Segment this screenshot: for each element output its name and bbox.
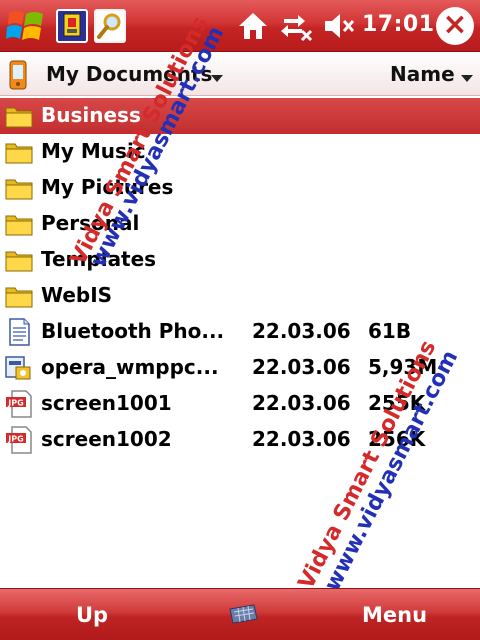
windows-start-icon[interactable] bbox=[6, 7, 46, 45]
jpg-file-icon: JPG bbox=[4, 425, 34, 455]
folder-row[interactable]: Business bbox=[0, 98, 480, 134]
folder-header: My Documents Name bbox=[0, 53, 480, 96]
softkey-bar: Up Menu bbox=[0, 588, 480, 640]
chevron-down-icon[interactable] bbox=[461, 75, 473, 82]
svg-text:JPG: JPG bbox=[7, 435, 23, 444]
svg-text:JPG: JPG bbox=[7, 399, 23, 408]
folder-icon bbox=[4, 173, 34, 203]
folder-icon bbox=[4, 209, 34, 239]
folder-row[interactable]: My Pictures bbox=[0, 170, 480, 206]
file-date: 22.03.06 bbox=[252, 319, 351, 343]
file-name: opera_wmppc... bbox=[41, 355, 219, 379]
folder-icon bbox=[4, 137, 34, 167]
file-name: screen1002 bbox=[41, 427, 172, 451]
file-name: WebIS bbox=[41, 283, 113, 307]
sort-dropdown[interactable]: Name bbox=[390, 62, 455, 86]
folder-row[interactable]: WebIS bbox=[0, 278, 480, 314]
folder-icon bbox=[4, 281, 34, 311]
folder-row[interactable]: My Music bbox=[0, 134, 480, 170]
home-icon[interactable] bbox=[236, 9, 270, 43]
folder-icon bbox=[4, 101, 34, 131]
file-date: 22.03.06 bbox=[252, 427, 351, 451]
file-name: Business bbox=[41, 103, 141, 127]
keyboard-icon[interactable] bbox=[226, 601, 260, 627]
file-date: 22.03.06 bbox=[252, 355, 351, 379]
file-size: 61B bbox=[368, 319, 412, 343]
volume-mute-icon[interactable] bbox=[322, 9, 356, 43]
file-date: 22.03.06 bbox=[252, 391, 351, 415]
jpg-file-icon: JPG bbox=[4, 389, 34, 419]
folder-row[interactable]: Personal bbox=[0, 206, 480, 242]
up-softkey[interactable]: Up bbox=[76, 603, 108, 627]
connectivity-off-icon[interactable] bbox=[280, 9, 314, 43]
menu-softkey[interactable]: Menu bbox=[362, 603, 427, 627]
clock[interactable]: 17:01 bbox=[362, 12, 435, 37]
search-app-icon[interactable] bbox=[94, 9, 126, 43]
device-icon bbox=[9, 60, 27, 90]
close-button[interactable]: × bbox=[436, 7, 474, 45]
file-name: Bluetooth Pho... bbox=[41, 319, 225, 343]
document-icon bbox=[4, 317, 34, 347]
installer-icon bbox=[4, 353, 34, 383]
file-row[interactable]: Bluetooth Pho... 22.03.06 61B bbox=[0, 314, 480, 350]
title-bar: 17:01 × bbox=[0, 0, 480, 52]
chevron-down-icon[interactable] bbox=[211, 75, 223, 82]
contacts-app-icon[interactable] bbox=[56, 9, 88, 43]
folder-icon bbox=[4, 245, 34, 275]
file-name: screen1001 bbox=[41, 391, 172, 415]
